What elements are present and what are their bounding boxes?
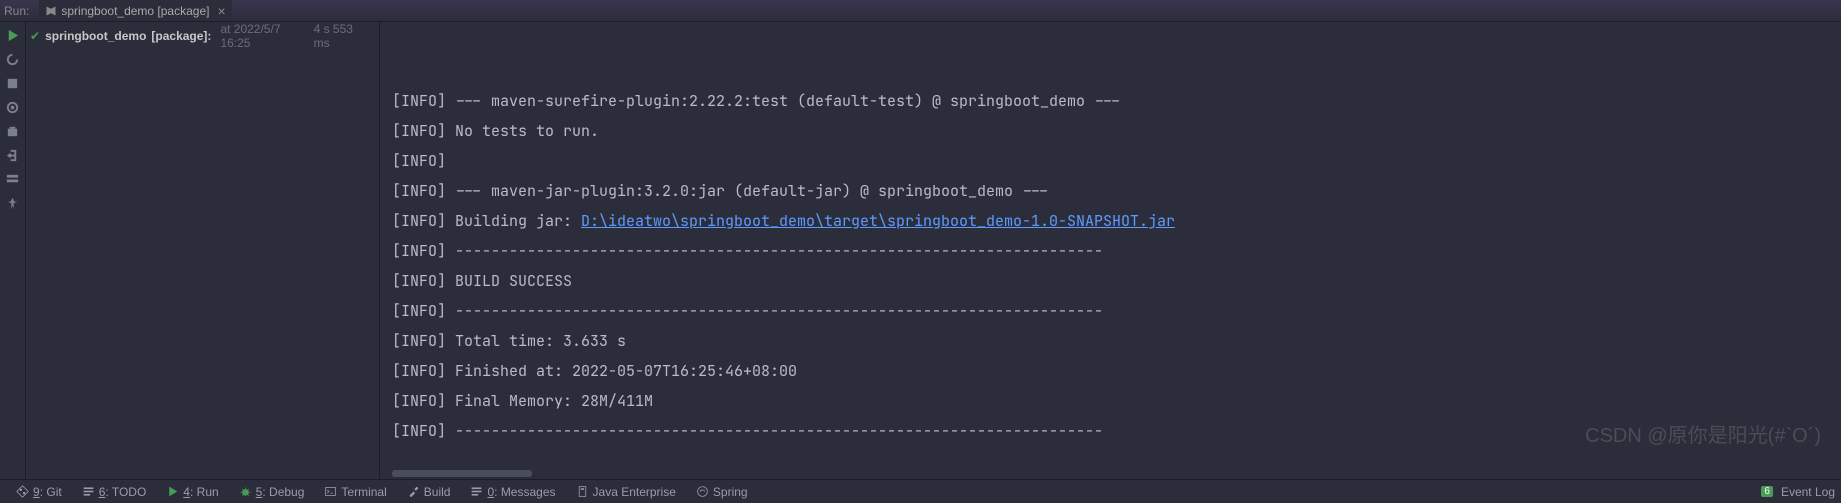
status-bar: 9: Git 6: TODO 4: Run 5: Debug Terminal … bbox=[0, 479, 1841, 503]
sb-terminal[interactable]: Terminal bbox=[314, 480, 396, 503]
tree-run-pkg: [package]: bbox=[151, 29, 211, 43]
stop-icon[interactable] bbox=[5, 76, 20, 91]
run-tree-panel[interactable]: ✔ springboot_demo [package]: at 2022/5/7… bbox=[26, 22, 380, 479]
exit-icon[interactable] bbox=[5, 148, 20, 163]
terminal-icon bbox=[324, 485, 337, 498]
maven-icon bbox=[45, 5, 57, 17]
play-icon bbox=[166, 485, 179, 498]
console-line: [INFO] No tests to run. bbox=[392, 116, 1829, 146]
layout-icon[interactable] bbox=[5, 172, 20, 187]
close-icon[interactable]: × bbox=[217, 3, 225, 19]
console-line: [INFO] ---------------------------------… bbox=[392, 296, 1829, 326]
sb-run[interactable]: 4: Run bbox=[156, 480, 228, 503]
run-gutter bbox=[0, 22, 26, 479]
tab-label: springboot_demo [package] bbox=[61, 4, 209, 18]
event-badge[interactable]: 6 bbox=[1761, 486, 1773, 497]
sb-git[interactable]: 9: Git bbox=[6, 480, 72, 503]
event-log-label[interactable]: Event Log bbox=[1781, 485, 1835, 499]
horizontal-scrollbar[interactable] bbox=[392, 470, 532, 477]
rerun-icon[interactable] bbox=[5, 28, 20, 43]
toggle-icon[interactable] bbox=[5, 100, 20, 115]
console-line: [INFO] Total time: 3.633 s bbox=[392, 326, 1829, 356]
run-config-tab[interactable]: springboot_demo [package] × bbox=[39, 0, 231, 21]
console-line: [INFO] BUILD SUCCESS bbox=[392, 266, 1829, 296]
bug-icon bbox=[239, 485, 252, 498]
console-line: [INFO] Building jar: D:\ideatwo\springbo… bbox=[392, 206, 1829, 236]
run-toolwindow-header[interactable]: Run: springboot_demo [package] × bbox=[0, 0, 1841, 22]
watermark-text: CSDN @原你是阳光(#`O´) bbox=[1585, 421, 1821, 451]
console-line: [INFO] Final Memory: 28M/411M bbox=[392, 386, 1829, 416]
run-label: Run: bbox=[4, 4, 29, 18]
rerun-failed-icon[interactable] bbox=[5, 52, 20, 67]
console-line: [INFO] --- maven-surefire-plugin:2.22.2:… bbox=[392, 86, 1829, 116]
sb-todo[interactable]: 6: TODO bbox=[72, 480, 157, 503]
dump-icon[interactable] bbox=[5, 124, 20, 139]
todo-icon bbox=[82, 485, 95, 498]
tree-run-timestamp: at 2022/5/7 16:25 bbox=[220, 22, 308, 50]
sb-right-group: 6 Event Log bbox=[1761, 485, 1835, 499]
tree-root-item[interactable]: ✔ springboot_demo [package]: at 2022/5/7… bbox=[26, 26, 379, 46]
java-ee-icon bbox=[576, 485, 589, 498]
jar-path-link[interactable]: D:\ideatwo\springboot_demo\target\spring… bbox=[581, 211, 1175, 231]
sb-debug[interactable]: 5: Debug bbox=[229, 480, 315, 503]
tree-run-duration: 4 s 553 ms bbox=[314, 22, 369, 50]
console-output[interactable]: [INFO] --- maven-surefire-plugin:2.22.2:… bbox=[380, 22, 1841, 479]
pin-icon[interactable] bbox=[5, 196, 20, 211]
sb-messages[interactable]: 0: Messages bbox=[460, 480, 565, 503]
console-line: [INFO] Finished at: 2022-05-07T16:25:46+… bbox=[392, 356, 1829, 386]
sb-spring[interactable]: Spring bbox=[686, 480, 758, 503]
console-line: [INFO] ---------------------------------… bbox=[392, 236, 1829, 266]
console-line: [INFO] bbox=[392, 146, 1829, 176]
main-area: ✔ springboot_demo [package]: at 2022/5/7… bbox=[0, 22, 1841, 479]
spring-icon bbox=[696, 485, 709, 498]
hammer-icon bbox=[407, 485, 420, 498]
tree-run-name: springboot_demo bbox=[45, 29, 146, 43]
success-check-icon: ✔ bbox=[30, 29, 40, 43]
sb-java-enterprise[interactable]: Java Enterprise bbox=[566, 480, 686, 503]
console-line: [INFO] --- maven-jar-plugin:3.2.0:jar (d… bbox=[392, 176, 1829, 206]
git-icon bbox=[16, 485, 29, 498]
messages-icon bbox=[470, 485, 483, 498]
sb-build[interactable]: Build bbox=[397, 480, 461, 503]
